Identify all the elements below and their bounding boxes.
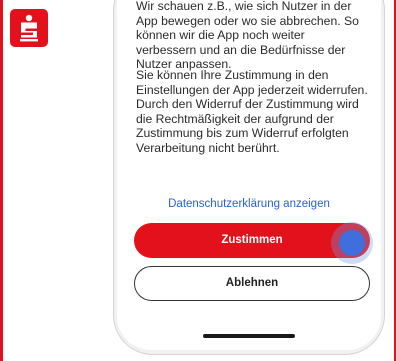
consent-paragraph-usage: Wir schauen z.B., wie sich Nutzer in der… <box>136 0 359 72</box>
privacy-policy-link[interactable]: Datenschutzerklärung anzeigen <box>117 198 381 210</box>
sparkasse-logo-icon <box>10 9 48 47</box>
sparkasse-logo-glyph <box>20 14 38 42</box>
consent-paragraph-revocation: Sie können Ihre Zustimmung in den Einste… <box>136 68 368 155</box>
home-indicator[interactable] <box>203 334 295 338</box>
decline-button[interactable]: Ablehnen <box>134 266 370 301</box>
touch-indicator-dot <box>339 230 365 256</box>
